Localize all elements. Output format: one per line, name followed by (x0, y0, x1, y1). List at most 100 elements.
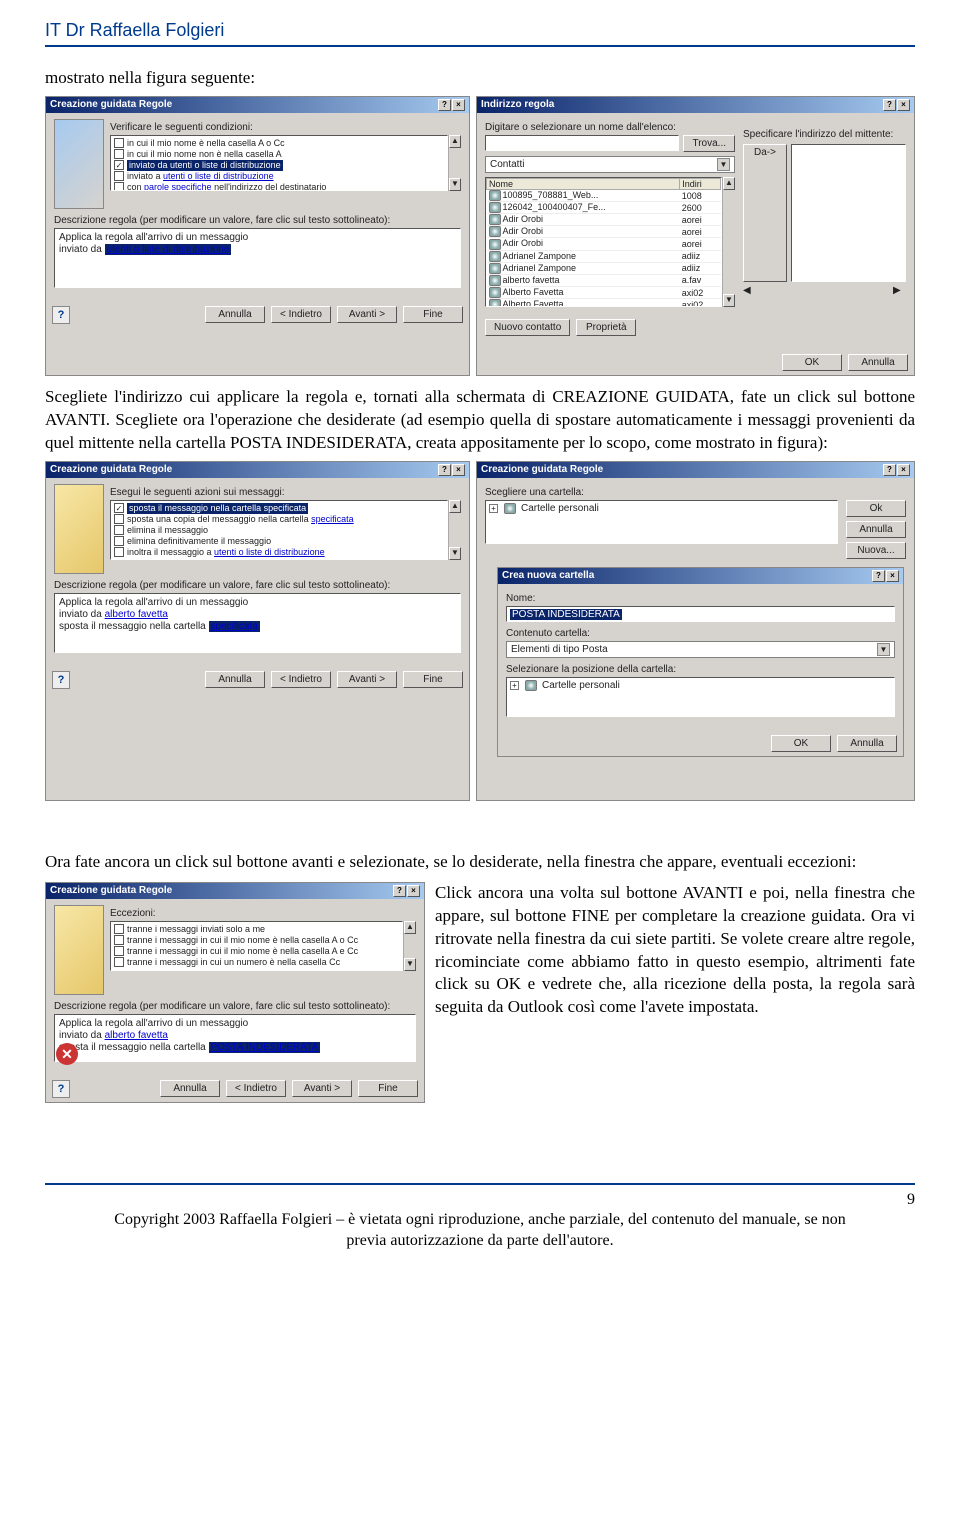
contact-icon (489, 251, 501, 262)
checkbox-icon[interactable] (114, 138, 124, 148)
back-button[interactable]: < Indietro (271, 306, 331, 323)
name-input[interactable] (485, 135, 679, 151)
next-button[interactable]: Avanti > (292, 1080, 352, 1097)
contact-icon (489, 190, 501, 201)
address-rule-dialog: Indirizzo regola ? × Digitare o selezion… (476, 96, 915, 376)
checkbox-icon[interactable] (114, 946, 124, 956)
next-button[interactable]: Avanti > (337, 671, 397, 688)
cancel-button[interactable]: Annulla (846, 521, 906, 538)
checkbox-icon[interactable] (114, 149, 124, 159)
ok-button[interactable]: OK (771, 735, 831, 752)
list-item: Adrianel Zamponeadiiz (487, 262, 721, 274)
help-icon[interactable]: ? (883, 464, 896, 476)
actions-list[interactable]: ✓sposta il messaggio nella cartella spec… (110, 500, 448, 560)
rule-description[interactable]: Applica la regola all'arrivo di un messa… (54, 593, 461, 653)
conditions-list[interactable]: in cui il mio nome è nella casella A o C… (110, 135, 448, 191)
folder-pick-stack: Creazione guidata Regole ? × Scegliere u… (476, 461, 915, 801)
cancel-button[interactable]: Annulla (205, 671, 265, 688)
from-address-box[interactable] (791, 144, 906, 282)
ok-button[interactable]: OK (782, 354, 842, 371)
scrollbar[interactable]: ▲▼ (722, 177, 735, 307)
exceptions-list[interactable]: tranne i messaggi inviati solo a me tran… (110, 921, 403, 971)
footer-copyright: Copyright 2003 Raffaella Folgieri – è vi… (45, 1209, 915, 1252)
prompt-label: Digitare o selezionare un nome dall'elen… (485, 122, 735, 133)
checkbox-icon[interactable] (114, 935, 124, 945)
checkbox-icon[interactable] (114, 525, 124, 535)
dialog-title: Indirizzo regola (481, 99, 554, 110)
list-item: Adir Orobiaorei (487, 214, 721, 226)
back-button[interactable]: < Indietro (271, 671, 331, 688)
expand-icon[interactable]: + (489, 504, 498, 513)
paragraph-3-wrap: Click ancora una volta sul bottone AVANT… (435, 882, 915, 1020)
cancel-button[interactable]: Annulla (205, 306, 265, 323)
folder-icon (504, 503, 516, 514)
cancel-button[interactable]: Annulla (848, 354, 908, 371)
checkbox-icon[interactable] (114, 514, 124, 524)
close-icon[interactable]: × (407, 885, 420, 897)
cancel-button[interactable]: Annulla (160, 1080, 220, 1097)
help-icon[interactable]: ? (438, 99, 451, 111)
dialog-title: Crea nuova cartella (502, 570, 594, 581)
close-icon[interactable]: × (886, 570, 899, 582)
finish-button[interactable]: Fine (403, 671, 463, 688)
help-icon[interactable]: ? (52, 306, 70, 324)
help-icon[interactable]: ? (393, 885, 406, 897)
page-number: 9 (45, 1191, 915, 1209)
scrollbar[interactable]: ▲▼ (403, 921, 416, 971)
cancel-button[interactable]: Annulla (837, 735, 897, 752)
back-button[interactable]: < Indietro (226, 1080, 286, 1097)
close-icon[interactable]: × (897, 99, 910, 111)
checkbox-icon[interactable] (114, 547, 124, 557)
help-icon[interactable]: ? (438, 464, 451, 476)
list-item: Adir Orobiaorei (487, 226, 721, 238)
find-button[interactable]: Trova... (683, 135, 735, 152)
choose-folder-label: Scegliere una cartella: (485, 487, 906, 498)
finish-button[interactable]: Fine (358, 1080, 418, 1097)
from-button[interactable]: Da-> (743, 144, 787, 282)
header-rule (45, 45, 915, 47)
checkbox-icon[interactable]: ✓ (114, 503, 124, 513)
scrollbar[interactable]: ▲▼ (448, 500, 461, 560)
help-icon[interactable]: ? (883, 99, 896, 111)
checkbox-icon[interactable]: ✓ (114, 160, 124, 170)
new-contact-button[interactable]: Nuovo contatto (485, 319, 570, 336)
list-item: Adrianel Zamponeadiiz (487, 250, 721, 262)
description-label: Descrizione regola (per modificare un va… (54, 580, 461, 591)
help-icon[interactable]: ? (872, 570, 885, 582)
ok-button[interactable]: Ok (846, 500, 906, 517)
rules-wizard-dialog-1: Creazione guidata Regole ? × Verificare … (45, 96, 470, 376)
new-button[interactable]: Nuova... (846, 542, 906, 559)
close-icon[interactable]: × (452, 99, 465, 111)
properties-button[interactable]: Proprietà (576, 319, 636, 336)
list-item: alberto favettaa.fav (487, 274, 721, 286)
folder-tree[interactable]: +Cartelle personali (485, 500, 838, 544)
expand-icon[interactable]: + (510, 681, 519, 690)
finish-button[interactable]: Fine (403, 306, 463, 323)
description-label: Descrizione regola (per modificare un va… (54, 215, 461, 226)
next-button[interactable]: Avanti > (337, 306, 397, 323)
description-label: Descrizione regola (per modificare un va… (54, 1001, 416, 1012)
type-label: Contenuto cartella: (506, 628, 895, 639)
dialog-title: Creazione guidata Regole (50, 885, 172, 896)
list-item: 100895_708881_Web...1008 (487, 189, 721, 201)
checkbox-icon[interactable] (114, 924, 124, 934)
rule-description[interactable]: Applica la regola all'arrivo di un messa… (54, 228, 461, 288)
list-item: Alberto Favettaaxi02 (487, 286, 721, 298)
contacts-list[interactable]: NomeIndiri 100895_708881_Web...1008 1260… (485, 177, 722, 307)
address-book-select[interactable]: Contatti▼ (485, 156, 735, 173)
intro-text: mostrato nella figura seguente: (45, 67, 915, 90)
checkbox-icon[interactable] (114, 957, 124, 967)
folder-type-select[interactable]: Elementi di tipo Posta▼ (506, 641, 895, 658)
rule-description[interactable]: Applica la regola all'arrivo di un messa… (54, 1014, 416, 1062)
help-icon[interactable]: ? (52, 1080, 70, 1098)
checkbox-icon[interactable] (114, 536, 124, 546)
checkbox-icon[interactable] (114, 171, 124, 181)
scrollbar[interactable]: ▲▼ (448, 135, 461, 191)
folder-name-input[interactable]: POSTA INDESIDERATA (506, 606, 895, 622)
checkbox-icon[interactable] (114, 182, 124, 191)
close-icon[interactable]: × (452, 464, 465, 476)
position-tree[interactable]: +Cartelle personali (506, 677, 895, 717)
wizard-icon (54, 484, 104, 574)
help-icon[interactable]: ? (52, 671, 70, 689)
close-icon[interactable]: × (897, 464, 910, 476)
